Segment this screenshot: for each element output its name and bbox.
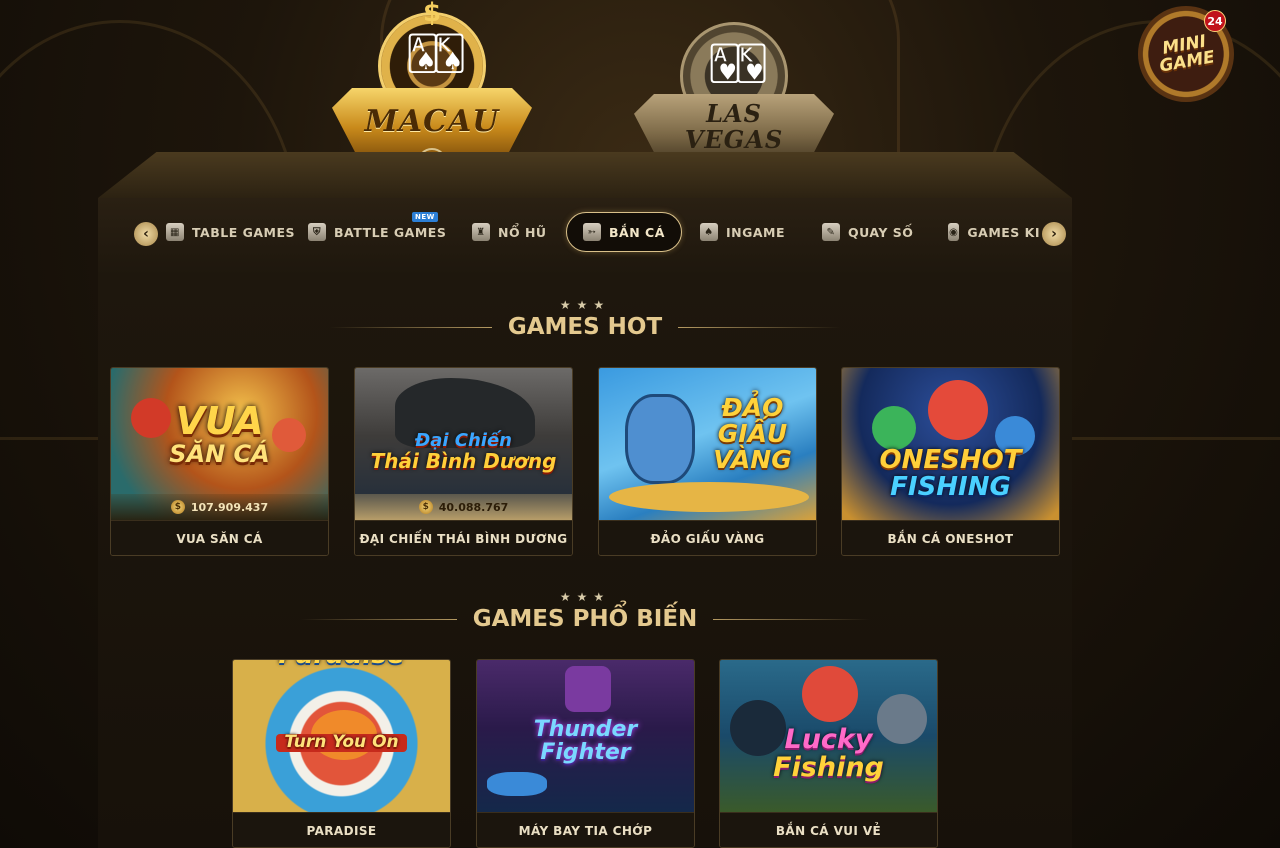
spaceship-art xyxy=(565,666,611,712)
vegas-emblem[interactable]: 🂱🂾 LAS VEGAS xyxy=(634,10,834,160)
game-card-dao-giau-vang[interactable]: ĐẢO GIẤU VÀNG ĐẢO GIẤU VÀNG xyxy=(598,367,817,556)
slot-icon: ♜ xyxy=(472,223,490,241)
gold-coins-art xyxy=(609,482,809,512)
art-title-line2: GIẤU xyxy=(717,418,788,448)
tab-quay-so[interactable]: ✎ QUAY SỐ xyxy=(822,212,913,252)
divider xyxy=(330,326,492,328)
art-title-line2: Turn You On xyxy=(276,733,407,752)
game-card-ban-ca-oneshot[interactable]: ONESHOT FISHING BẮN CÁ ONESHOT xyxy=(841,367,1060,556)
art-title-line1: ONESHOT xyxy=(879,444,1022,475)
jet-art xyxy=(487,772,547,796)
tab-label: INGAME xyxy=(726,224,786,240)
macau-label: MACAU xyxy=(332,88,532,154)
game-thumbnail[interactable]: Thunder Fighter xyxy=(477,660,694,812)
lottery-icon: ✎ xyxy=(822,223,840,241)
fish-art xyxy=(802,666,858,722)
art-title-line3: VÀNG xyxy=(713,445,792,475)
dollar-icon: $ xyxy=(422,0,442,28)
game-card-ban-ca-vui-ve[interactable]: Lucky Fishing BẮN CÁ VUI VẺ xyxy=(719,659,938,848)
shark-pirate-art xyxy=(625,394,695,484)
platform-top xyxy=(98,152,1072,198)
section-games-popular-heading: ★★★ GAMES PHỔ BIẾN xyxy=(300,590,871,632)
coin-icon: $ xyxy=(170,500,185,514)
game-card-may-bay-tia-chop[interactable]: Thunder Fighter MÁY BAY TIA CHỚP xyxy=(476,659,695,848)
cards-icon: ♠ xyxy=(700,223,718,241)
minigame-count-badge: 24 xyxy=(1204,10,1226,32)
game-name[interactable]: VUA SĂN CÁ xyxy=(111,520,328,555)
section-title: GAMES PHỔ BIẾN xyxy=(472,606,698,632)
table-games-icon: ▦ xyxy=(166,223,184,241)
divider xyxy=(300,618,457,620)
battle-games-icon: ⛨ xyxy=(308,223,326,241)
art-title-line1: Thunder xyxy=(533,716,638,742)
game-thumbnail[interactable]: VUA SĂN CÁ $ 107.909.437 xyxy=(111,368,328,520)
fish-art xyxy=(928,380,988,440)
tab-label: GAMES KI xyxy=(967,224,1040,240)
art-title-line1: VUA xyxy=(175,399,264,444)
divider xyxy=(678,326,840,328)
jackpot-value: 107.909.437 xyxy=(190,500,269,514)
creature-art xyxy=(877,694,927,744)
jackpot-value: 40.088.767 xyxy=(438,500,509,514)
game-name[interactable]: ĐẢO GIẤU VÀNG xyxy=(599,520,816,555)
game-card-vua-san-ca[interactable]: VUA SĂN CÁ $ 107.909.437 VUA SĂN CÁ xyxy=(110,367,329,556)
art-title-line2: Fighter xyxy=(540,740,631,765)
minigame-button[interactable]: MINI GAME 24 xyxy=(1138,6,1234,102)
tab-games-ki[interactable]: ◉ GAMES KI xyxy=(948,212,1040,252)
tab-battle-games[interactable]: ⛨ BATTLE GAMES NEW xyxy=(308,212,446,252)
game-name[interactable]: MÁY BAY TIA CHỚP xyxy=(477,812,694,847)
vegas-label-line2: VEGAS xyxy=(684,125,784,154)
coin-icon: $ xyxy=(418,500,433,514)
jackpot-bar: $ 40.088.767 xyxy=(355,494,572,520)
tab-label: NỔ HŨ xyxy=(498,224,547,240)
macau-emblem[interactable]: $ 🂡🂮 MACAU xyxy=(332,0,532,154)
stars-icon: ★★★ xyxy=(559,298,611,312)
tab-table-games[interactable]: ▦ TABLE GAMES xyxy=(166,212,295,252)
tabs-prev-arrow-icon[interactable]: ‹ xyxy=(134,222,158,246)
game-thumbnail[interactable]: ĐẢO GIẤU VÀNG xyxy=(599,368,816,520)
fish-art xyxy=(131,398,171,438)
game-thumbnail[interactable]: Đại Chiến Thái Bình Dương $ 40.088.767 xyxy=(355,368,572,520)
fish-art xyxy=(272,418,306,452)
art-title-line2: SĂN CÁ xyxy=(169,440,270,469)
category-tabs: ‹ ▦ TABLE GAMES ⛨ BATTLE GAMES NEW ♜ NỔ … xyxy=(120,208,1070,256)
stars-icon: ★★★ xyxy=(559,590,611,604)
new-badge: NEW xyxy=(412,212,438,222)
fish-icon: ➳ xyxy=(583,223,601,241)
game-name[interactable]: ĐẠI CHIẾN THÁI BÌNH DƯƠNG xyxy=(355,520,572,555)
tab-label: QUAY SỐ xyxy=(848,224,914,240)
tab-label: TABLE GAMES xyxy=(192,224,296,240)
art-title-line1: Lucky xyxy=(784,723,873,755)
section-games-hot-heading: ★★★ GAMES HOT xyxy=(330,298,840,340)
vegas-label-line1: LAS xyxy=(706,99,762,128)
tab-ban-ca[interactable]: ➳ BẮN CÁ xyxy=(566,212,682,252)
game-name[interactable]: BẮN CÁ ONESHOT xyxy=(842,520,1059,555)
tabs-next-arrow-icon[interactable]: › xyxy=(1042,222,1066,246)
turtle-art xyxy=(872,406,916,450)
lobby-macau[interactable]: $ 🂡🂮 MACAU ✓ xyxy=(332,0,532,178)
vegas-label: LAS VEGAS xyxy=(634,94,834,160)
games-ki-icon: ◉ xyxy=(948,223,960,241)
section-title: GAMES HOT xyxy=(507,314,663,340)
game-name[interactable]: PARADISE xyxy=(233,812,450,847)
art-title-line2: Fishing xyxy=(773,752,884,783)
game-name[interactable]: BẮN CÁ VUI VẺ xyxy=(720,812,937,847)
art-title-line1: Paradise xyxy=(233,660,450,670)
tab-no-hu[interactable]: ♜ NỔ HŨ xyxy=(472,212,547,252)
art-title-line1: ĐẢO xyxy=(721,392,784,422)
tab-ingame[interactable]: ♠ INGAME xyxy=(700,212,785,252)
game-card-paradise[interactable]: Paradise Turn You On PARADISE xyxy=(232,659,451,848)
game-card-dai-chien-thai-binh-duong[interactable]: Đại Chiến Thái Bình Dương $ 40.088.767 Đ… xyxy=(354,367,573,556)
game-thumbnail[interactable]: Paradise Turn You On xyxy=(233,660,450,812)
art-title-line2: Thái Bình Dương xyxy=(370,448,557,473)
tab-label: BATTLE GAMES xyxy=(334,224,447,240)
art-title-line2: FISHING xyxy=(890,472,1011,502)
divider xyxy=(713,618,871,620)
jackpot-bar: $ 107.909.437 xyxy=(111,494,328,520)
game-thumbnail[interactable]: ONESHOT FISHING xyxy=(842,368,1059,520)
minigame-label: MINI GAME xyxy=(1156,31,1216,76)
game-thumbnail[interactable]: Lucky Fishing xyxy=(720,660,937,812)
tab-label: BẮN CÁ xyxy=(609,224,665,240)
lobby-las-vegas[interactable]: 🂱🂾 LAS VEGAS xyxy=(634,10,834,178)
